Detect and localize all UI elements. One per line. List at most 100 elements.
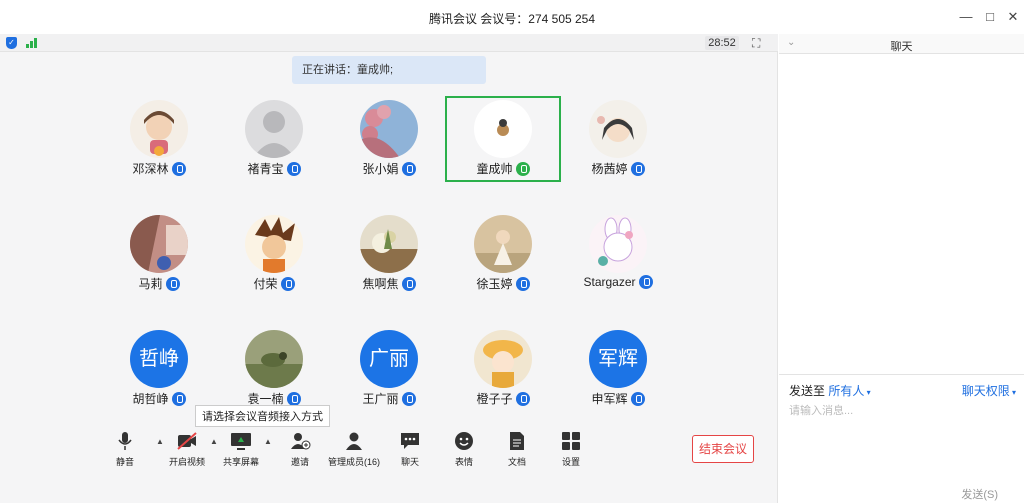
dropdown-caret-icon: ▾: [864, 388, 871, 397]
chat-permission-dropdown[interactable]: 聊天权限 ▾: [962, 382, 1016, 399]
chat-button[interactable]: 聊天: [384, 431, 436, 468]
mic-icon: [171, 162, 186, 176]
avatar: [245, 215, 303, 273]
mic-icon: [401, 162, 416, 176]
emoji-button[interactable]: 表情: [438, 431, 490, 468]
emoji-icon: [453, 431, 475, 451]
share-screen-icon: [230, 431, 252, 451]
settings-grid-icon: [560, 431, 582, 451]
avatar: [245, 100, 303, 158]
participant-name: 童成帅: [445, 160, 561, 177]
document-icon: [506, 431, 528, 451]
send-button[interactable]: 发送(S): [961, 486, 998, 502]
share-screen-label: 共享屏幕: [222, 457, 259, 467]
window-title: 腾讯会议 会议号：274 505 254: [428, 12, 596, 26]
maximize-button[interactable]: □: [980, 8, 1000, 26]
chat-divider: [779, 374, 1024, 375]
participant-tile[interactable]: 袁一楠: [216, 326, 332, 412]
participant-tile-active[interactable]: 童成帅: [445, 96, 561, 182]
avatar: 军辉: [589, 330, 647, 388]
chat-message-input[interactable]: 请输入消息...: [789, 402, 853, 418]
manage-members-button[interactable]: 管理成员(16): [328, 431, 380, 468]
avatar: [245, 330, 303, 388]
avatar: [589, 100, 647, 158]
participant-name: 杨茜婷: [560, 160, 676, 177]
speaking-indicator: 正在讲话：童成帅;: [292, 56, 486, 84]
avatar: [589, 215, 647, 273]
dropdown-caret-icon: ▾: [1009, 388, 1016, 397]
mic-icon: [401, 277, 416, 291]
avatar: [130, 215, 188, 273]
chat-header: ⌄ 聊天: [779, 34, 1024, 54]
mic-icon: [515, 162, 530, 176]
close-button[interactable]: ✕: [1003, 8, 1023, 26]
chat-title: 聊天: [890, 41, 913, 53]
participant-tile[interactable]: 军辉 申军辉: [560, 326, 676, 412]
avatar: [360, 100, 418, 158]
participant-name: 张小娟: [331, 160, 447, 177]
participant-tile[interactable]: Stargazer: [560, 211, 676, 297]
mic-icon: [515, 277, 530, 291]
invite-label: 邀请: [290, 457, 309, 467]
participant-tile[interactable]: 焦啊焦: [331, 211, 447, 297]
minimize-button[interactable]: —: [956, 8, 976, 26]
participant-tile[interactable]: 付荣: [216, 211, 332, 297]
participant-name: Stargazer: [560, 275, 676, 289]
avatar: 哲峥: [130, 330, 188, 388]
mic-icon: [286, 162, 301, 176]
participant-tile[interactable]: 橙子子: [445, 326, 561, 412]
participant-name: 邓深林: [101, 160, 217, 177]
settings-label: 设置: [561, 457, 580, 467]
invite-icon: [289, 431, 311, 451]
settings-button[interactable]: 设置: [545, 431, 597, 468]
avatar: [474, 215, 532, 273]
send-to-value[interactable]: 所有人: [828, 384, 864, 398]
fullscreen-icon[interactable]: ⛶: [752, 36, 760, 51]
participant-name: 徐玉婷: [445, 275, 561, 292]
mic-icon: [515, 392, 530, 406]
microphone-icon: [114, 431, 136, 451]
meeting-area: ✓ 28:52 ⛶ 正在讲话：童成帅; 邓深林 褚青宝 张小娟 童成帅 杨茜婷 …: [0, 34, 778, 503]
signal-icon[interactable]: [26, 38, 40, 48]
avatar: [130, 100, 188, 158]
avatar: [474, 100, 532, 158]
mute-button[interactable]: 静音: [99, 431, 151, 468]
end-meeting-button[interactable]: 结束会议: [692, 435, 754, 463]
mic-icon: [630, 162, 645, 176]
meeting-toolbar: 静音 ▲ 开启视频 ▲ 共享屏幕 ▲ 邀请 管理成员(16) 聊天 表情 文档 …: [0, 427, 778, 469]
chat-label: 聊天: [400, 457, 419, 467]
participant-tile[interactable]: 褚青宝: [216, 96, 332, 182]
docs-label: 文档: [507, 457, 526, 467]
avatar: [360, 215, 418, 273]
invite-button[interactable]: 邀请: [274, 431, 326, 468]
audio-tooltip: 请选择会议音频接入方式: [195, 405, 330, 427]
participant-name: 王广丽: [331, 390, 447, 407]
members-icon: [343, 431, 365, 451]
participant-tile[interactable]: 马莉: [101, 211, 217, 297]
chat-panel: ⌄ 聊天 发送至 所有人 ▾ 聊天权限 ▾ 请输入消息... 发送(S): [779, 34, 1024, 503]
participant-tile[interactable]: 哲峥 胡哲峥: [101, 326, 217, 412]
shield-icon[interactable]: ✓: [6, 37, 17, 49]
send-to-selector[interactable]: 发送至 所有人 ▾: [789, 382, 871, 399]
participant-tile[interactable]: 杨茜婷: [560, 96, 676, 182]
share-options-caret[interactable]: ▲: [264, 437, 272, 446]
mic-icon: [286, 392, 301, 406]
avatar: [474, 330, 532, 388]
participant-tile[interactable]: 张小娟: [331, 96, 447, 182]
meeting-timer: 28:52: [705, 36, 739, 50]
share-screen-button[interactable]: 共享屏幕: [215, 431, 267, 468]
participant-name: 橙子子: [445, 390, 561, 407]
video-label: 开启视频: [168, 457, 205, 467]
participant-name: 焦啊焦: [331, 275, 447, 292]
participant-tile[interactable]: 徐玉婷: [445, 211, 561, 297]
participant-name: 马莉: [101, 275, 217, 292]
participant-name: 付荣: [216, 275, 332, 292]
docs-button[interactable]: 文档: [491, 431, 543, 468]
mic-icon: [401, 392, 416, 406]
mic-icon: [638, 275, 653, 289]
participant-tile[interactable]: 广丽 王广丽: [331, 326, 447, 412]
send-to-label: 发送至: [789, 384, 826, 398]
camera-off-icon: [176, 431, 198, 451]
participant-tile[interactable]: 邓深林: [101, 96, 217, 182]
video-button[interactable]: 开启视频: [161, 431, 213, 468]
